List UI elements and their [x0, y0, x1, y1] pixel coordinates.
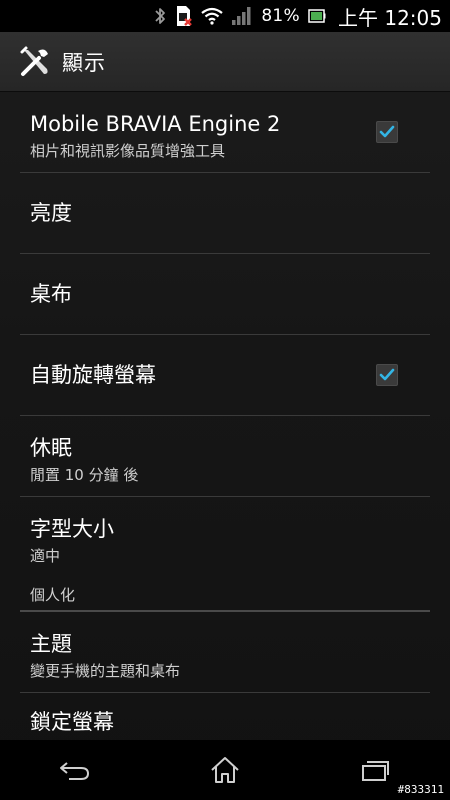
mbe-checkbox[interactable] — [376, 121, 398, 143]
status-bar: 81% 上午 12:05 — [0, 0, 450, 32]
setting-font-size[interactable]: 字型大小 適中 — [20, 497, 430, 578]
check-icon — [379, 125, 395, 138]
setting-title: 字型大小 — [30, 517, 114, 541]
back-button[interactable] — [35, 745, 115, 795]
tools-icon[interactable] — [18, 45, 52, 79]
status-clock: 上午 12:05 — [338, 5, 442, 30]
auto-rotate-checkbox[interactable] — [376, 364, 398, 386]
page-title: 顯示 — [62, 50, 106, 75]
setting-title: 休眠 — [30, 435, 72, 460]
setting-summary: 閒置 10 分鐘 後 — [30, 465, 139, 484]
back-icon — [60, 762, 90, 780]
check-icon — [379, 368, 395, 381]
battery-percent: 81% — [261, 6, 300, 26]
home-icon — [211, 757, 239, 783]
setting-sleep[interactable]: 休眠 閒置 10 分鐘 後 — [20, 416, 430, 497]
sim-error-icon — [175, 5, 193, 27]
category-personalization: 個人化 — [20, 578, 430, 612]
home-button[interactable] — [185, 745, 265, 795]
setting-title: 主題 — [30, 631, 72, 656]
setting-title: 鎖定螢幕 — [30, 710, 114, 734]
setting-auto-rotate[interactable]: 自動旋轉螢幕 — [20, 335, 430, 416]
navigation-bar — [0, 740, 450, 800]
setting-summary: 變更手機的主題和桌布 — [30, 661, 181, 680]
setting-theme[interactable]: 主題 變更手機的主題和桌布 — [20, 612, 430, 693]
setting-summary: 相片和視訊影像品質增強工具 — [30, 141, 226, 160]
screen: 81% 上午 12:05 顯示 Mobile BRAVIA Engine 2 相… — [0, 0, 450, 800]
setting-title: 自動旋轉螢幕 — [30, 363, 156, 387]
setting-lock-screen[interactable]: 鎖定螢幕 — [20, 693, 430, 740]
setting-brightness[interactable]: 亮度 — [20, 173, 430, 254]
signal-icon — [231, 5, 253, 27]
setting-wallpaper[interactable]: 桌布 — [20, 254, 430, 335]
setting-mobile-bravia-engine[interactable]: Mobile BRAVIA Engine 2 相片和視訊影像品質增強工具 — [20, 92, 430, 173]
wifi-icon — [201, 5, 223, 27]
setting-title: Mobile BRAVIA Engine 2 — [30, 111, 281, 136]
setting-title: 桌布 — [30, 282, 72, 306]
bluetooth-icon — [153, 5, 167, 27]
watermark: #833311 — [397, 783, 444, 796]
action-bar: 顯示 — [0, 32, 450, 92]
recent-apps-icon — [362, 761, 389, 781]
settings-list[interactable]: Mobile BRAVIA Engine 2 相片和視訊影像品質增強工具 亮度 … — [0, 92, 450, 740]
battery-icon — [308, 5, 326, 27]
setting-summary: 適中 — [30, 547, 61, 565]
setting-title: 亮度 — [30, 201, 72, 225]
